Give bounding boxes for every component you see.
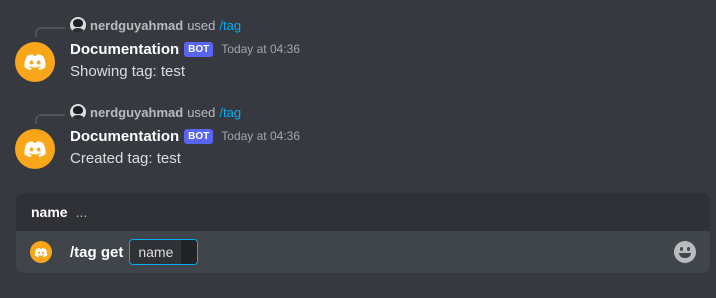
reply-username[interactable]: nerdguyahmad: [90, 105, 183, 120]
message: nerdguyahmad used /tag Documentation BOT…: [0, 0, 716, 82]
message-header: Documentation BOT Today at 04:36: [70, 38, 300, 60]
slash-command-text[interactable]: /tag get: [70, 244, 123, 261]
message-timestamp[interactable]: Today at 04:36: [221, 129, 300, 143]
discord-logo-icon: [24, 141, 46, 157]
message-header: Documentation BOT Today at 04:36: [70, 125, 300, 147]
reply-used-label: used: [187, 104, 216, 120]
reply-spine: [35, 114, 65, 124]
reply-reference[interactable]: nerdguyahmad used /tag: [70, 16, 241, 34]
reply-user-avatar[interactable]: [70, 17, 86, 33]
reply-spine: [35, 27, 65, 37]
message: nerdguyahmad used /tag Documentation BOT…: [0, 87, 716, 169]
autocomplete-option-description: ...: [75, 204, 88, 220]
reply-username[interactable]: nerdguyahmad: [90, 18, 183, 33]
bot-badge: BOT: [184, 41, 214, 57]
command-option-pill[interactable]: name: [129, 239, 199, 265]
reply-user-avatar[interactable]: [70, 104, 86, 120]
message-content: Showing tag: test: [70, 63, 186, 80]
message-content: Created tag: test: [70, 150, 181, 167]
discord-logo-icon: [24, 54, 46, 70]
command-bot-avatar: [30, 241, 52, 263]
reply-used-label: used: [187, 17, 216, 33]
message-timestamp[interactable]: Today at 04:36: [221, 42, 300, 56]
bot-avatar[interactable]: [15, 129, 55, 169]
autocomplete-option-name[interactable]: name: [31, 204, 68, 220]
reply-reference[interactable]: nerdguyahmad used /tag: [70, 103, 241, 121]
reply-command-link[interactable]: /tag: [219, 105, 241, 120]
message-composer[interactable]: /tag get name: [16, 231, 710, 273]
option-value-input[interactable]: [181, 240, 198, 264]
author-name[interactable]: Documentation: [70, 41, 179, 58]
bot-avatar[interactable]: [15, 42, 55, 82]
option-autocomplete-panel[interactable]: name ...: [16, 193, 710, 231]
option-label[interactable]: name: [130, 240, 182, 264]
discord-logo-icon: [34, 247, 48, 257]
emoji-icon[interactable]: [674, 241, 696, 263]
bot-badge: BOT: [184, 128, 214, 144]
author-name[interactable]: Documentation: [70, 128, 179, 145]
reply-command-link[interactable]: /tag: [219, 18, 241, 33]
